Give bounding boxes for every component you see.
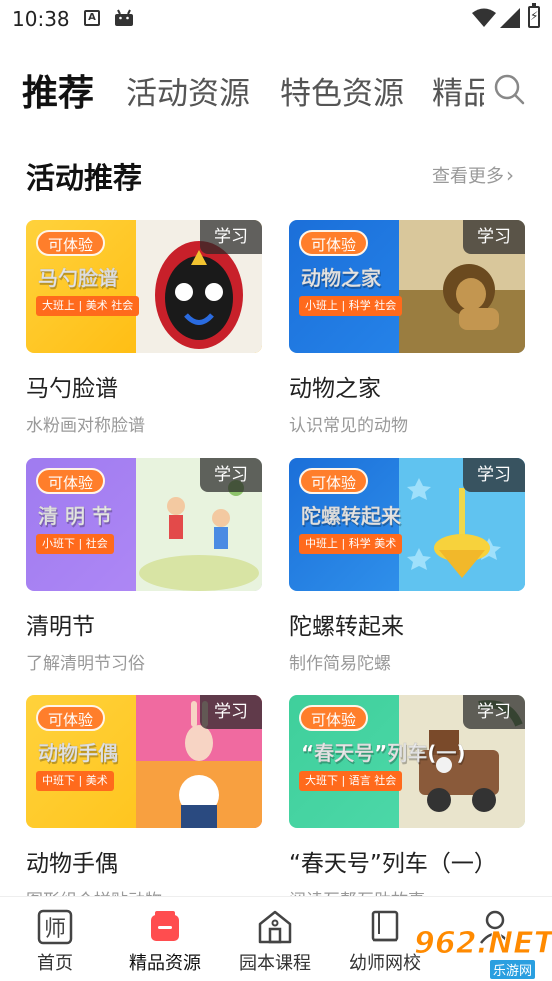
thumbnail-tag: 小班上 | 科学 社会 bbox=[299, 296, 403, 316]
thumbnail-title: 陀螺转起来 bbox=[301, 504, 402, 529]
school-building-icon bbox=[258, 910, 292, 944]
svg-text:师: 师 bbox=[44, 917, 66, 942]
notification-a-icon: A bbox=[84, 10, 100, 26]
activity-card-description: 制作简易陀螺 bbox=[289, 654, 391, 674]
search-icon[interactable] bbox=[492, 72, 526, 106]
thumbnail-title: 动物之家 bbox=[301, 266, 382, 291]
see-more-label: 查看更多 bbox=[432, 166, 504, 187]
try-badge: 可体验 bbox=[36, 705, 106, 731]
activity-card[interactable]: 可体验 学习清 明 节小班下 | 社会清明节了解清明节习俗 bbox=[26, 458, 262, 674]
study-badge: 学习 bbox=[463, 695, 525, 729]
activity-card-thumbnail[interactable]: 可体验 学习动物之家小班上 | 科学 社会 bbox=[289, 220, 525, 353]
top-tab-bar: 推荐 活动资源 特色资源 精品 bbox=[0, 62, 552, 118]
thumbnail-tag: 中班下 | 美术 bbox=[36, 771, 114, 791]
activity-card-description: 水粉画对称脸谱 bbox=[26, 416, 145, 436]
chevron-right-icon: › bbox=[506, 163, 514, 187]
thumbnail-tag: 大班下 | 语言 社会 bbox=[299, 771, 403, 791]
activity-card-title[interactable]: 马勺脸谱 bbox=[26, 369, 262, 403]
tab-premium[interactable]: 精品 bbox=[432, 68, 484, 113]
activity-card-title[interactable]: 陀螺转起来 bbox=[289, 607, 525, 641]
book-icon bbox=[371, 910, 399, 942]
thumbnail-title: “春天号”列车(一) bbox=[301, 741, 466, 766]
activity-card-thumbnail[interactable]: 可体验 学习陀螺转起来中班上 | 科学 美术 bbox=[289, 458, 525, 591]
activity-card[interactable]: 可体验学习动物手偶中班下 | 美术动物手偶图形组合拼贴动物 bbox=[26, 695, 262, 911]
see-more-link[interactable]: 查看更多 › bbox=[432, 162, 514, 188]
activity-card[interactable]: 可体验 学习 陀螺转起来 中班上 | 科学 美术 陀螺转起来 制作简易陀螺 bbox=[289, 458, 525, 674]
activity-card-thumbnail[interactable]: 可体验 学习 “春天号”列车(一) 大班下 | 语言 社会 bbox=[289, 695, 525, 828]
study-badge: 学习 bbox=[200, 695, 262, 729]
watermark-subtext: 乐游网 bbox=[490, 960, 536, 979]
try-badge: 可体验 bbox=[36, 468, 106, 494]
battery-charging-icon: ⚡ bbox=[528, 3, 540, 28]
thumbnail-tag: 大班上 | 美术 社会 bbox=[36, 296, 140, 316]
activity-card-title[interactable]: 动物手偶 bbox=[26, 844, 262, 878]
watermark-text: 962.NET bbox=[413, 926, 552, 962]
activity-card-title[interactable]: “春天号”列车（一） bbox=[289, 844, 525, 878]
study-badge: 学习 bbox=[463, 458, 525, 492]
activity-card-thumbnail[interactable]: 可体验 学习马勺脸谱大班上 | 美术 社会 bbox=[26, 220, 262, 353]
try-badge: 可体验 bbox=[299, 468, 369, 494]
home-shi-icon: 师 bbox=[37, 909, 73, 945]
thumbnail-title: 动物手偶 bbox=[38, 741, 119, 766]
try-badge: 可体验 bbox=[299, 705, 369, 731]
study-badge: 学习 bbox=[200, 220, 262, 254]
premium-resource-icon bbox=[151, 911, 179, 941]
section-title: 活动推荐 bbox=[26, 161, 143, 195]
activity-card-title[interactable]: 清明节 bbox=[26, 607, 262, 641]
tab-activity-resources[interactable]: 活动资源 bbox=[126, 68, 250, 113]
signal-icon bbox=[500, 8, 520, 28]
status-time: 10:38 bbox=[12, 7, 70, 31]
activity-card-thumbnail[interactable]: 可体验 学习清 明 节小班下 | 社会 bbox=[26, 458, 262, 591]
status-bar: 10:38 A ⚡ bbox=[0, 0, 552, 38]
study-badge: 学习 bbox=[463, 220, 525, 254]
thumbnail-tag: 小班下 | 社会 bbox=[36, 534, 114, 554]
nav-home-label: 首页 bbox=[37, 953, 73, 974]
activity-card[interactable]: 可体验 学习 马勺脸谱 大班上 | 美术 社会 马勺脸谱 水粉画对称脸谱 bbox=[26, 220, 262, 436]
activity-card-title[interactable]: 动物之家 bbox=[289, 369, 525, 403]
nav-premium-resources[interactable]: 精品资源 bbox=[110, 897, 220, 981]
try-badge: 可体验 bbox=[36, 230, 106, 256]
nav-home[interactable]: 师 首页 bbox=[0, 897, 110, 981]
android-icon bbox=[115, 9, 133, 26]
activity-card-description: 认识常见的动物 bbox=[289, 416, 408, 436]
wifi-icon bbox=[472, 8, 496, 27]
watermark-logo: 962.NET 乐游网 bbox=[413, 926, 552, 979]
thumbnail-title: 清 明 节 bbox=[38, 504, 112, 529]
thumbnail-title: 马勺脸谱 bbox=[38, 266, 119, 291]
activity-card-description: 了解清明节习俗 bbox=[26, 654, 145, 674]
nav-school-courses[interactable]: 园本课程 bbox=[220, 897, 330, 981]
activity-card-thumbnail[interactable]: 可体验 学习动物手偶中班下 | 美术 bbox=[26, 695, 262, 828]
thumbnail-tag: 中班上 | 科学 美术 bbox=[299, 534, 403, 554]
tab-recommend[interactable]: 推荐 bbox=[22, 64, 94, 116]
try-badge: 可体验 bbox=[299, 230, 369, 256]
activity-card[interactable]: 可体验 学习 动物之家 小班上 | 科学 社会 动物之家 认识常见的动物 bbox=[289, 220, 525, 436]
study-badge: 学习 bbox=[200, 458, 262, 492]
nav-school-courses-label: 园本课程 bbox=[239, 953, 311, 974]
nav-premium-resources-label: 精品资源 bbox=[129, 953, 201, 974]
tab-featured-resources[interactable]: 特色资源 bbox=[280, 68, 404, 113]
activity-card[interactable]: 可体验学习“春天号”列车(一)大班下 | 语言 社会“春天号”列车（一）阅读互帮… bbox=[289, 695, 525, 911]
